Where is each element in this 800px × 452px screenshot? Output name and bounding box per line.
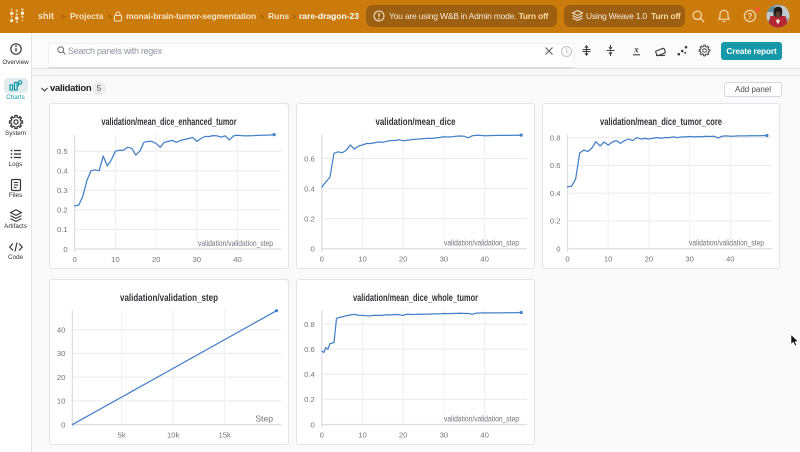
svg-text:0: 0 (63, 245, 67, 254)
svg-text:validation/mean_dice_tumor_cor: validation/mean_dice_tumor_core (600, 117, 722, 128)
svg-text:10: 10 (358, 255, 367, 264)
svg-text:0: 0 (556, 245, 560, 254)
svg-text:0.2: 0.2 (57, 206, 68, 215)
svg-text:10: 10 (111, 255, 120, 264)
svg-text:10: 10 (358, 431, 367, 440)
svg-text:validation/mean_dice_enhanced_: validation/mean_dice_enhanced_tumor (102, 117, 237, 128)
svg-text:validation/validation_step: validation/validation_step (689, 238, 764, 248)
svg-text:30: 30 (57, 349, 66, 358)
svg-text:0.6: 0.6 (304, 154, 315, 163)
svg-text:validation/validation_step: validation/validation_step (444, 238, 519, 248)
svg-text:0.5: 0.5 (57, 147, 68, 156)
svg-text:0: 0 (73, 255, 77, 264)
svg-text:x: x (633, 45, 639, 55)
svg-text:0: 0 (61, 420, 65, 429)
svg-text:0.2: 0.2 (304, 395, 315, 404)
svg-text:0.4: 0.4 (550, 189, 561, 198)
svg-text:10k: 10k (167, 431, 180, 440)
svg-text:0: 0 (320, 255, 324, 264)
svg-text:30: 30 (193, 255, 202, 264)
svg-text:0.6: 0.6 (550, 161, 561, 170)
svg-text:20: 20 (57, 373, 66, 382)
svg-text:30: 30 (685, 255, 694, 264)
svg-text:40: 40 (726, 255, 735, 264)
svg-text:0: 0 (320, 431, 324, 440)
svg-text:5k: 5k (118, 431, 126, 440)
svg-text:20: 20 (152, 255, 161, 264)
svg-text:Step: Step (255, 414, 273, 424)
svg-text:0.4: 0.4 (57, 167, 68, 176)
svg-text:0.8: 0.8 (550, 133, 561, 142)
svg-text:0.1: 0.1 (57, 225, 68, 234)
svg-text:validation/validation_step: validation/validation_step (120, 293, 218, 304)
svg-text:40: 40 (57, 326, 66, 335)
svg-text:validation/validation_step: validation/validation_step (444, 414, 519, 424)
svg-text:40: 40 (233, 255, 242, 264)
svg-text:0.4: 0.4 (304, 184, 315, 193)
svg-text:0.3: 0.3 (57, 186, 68, 195)
svg-text:30: 30 (440, 255, 449, 264)
svg-text:0.8: 0.8 (304, 320, 315, 329)
svg-text:10: 10 (57, 397, 66, 406)
svg-text:validation/mean_dice_whole_tum: validation/mean_dice_whole_tumor (353, 293, 478, 304)
svg-text:20: 20 (399, 431, 408, 440)
svg-text:validation/validation_step: validation/validation_step (198, 238, 273, 248)
svg-text:0: 0 (311, 245, 315, 254)
svg-text:40: 40 (480, 255, 489, 264)
svg-text:?: ? (748, 12, 753, 21)
svg-text:0: 0 (565, 255, 569, 264)
svg-text:validation/mean_dice: validation/mean_dice (376, 117, 456, 128)
svg-text:10: 10 (604, 255, 613, 264)
svg-text:0.2: 0.2 (550, 217, 561, 226)
svg-text:0.4: 0.4 (304, 370, 315, 379)
svg-text:20: 20 (645, 255, 654, 264)
svg-text:40: 40 (480, 431, 489, 440)
svg-text:0: 0 (311, 420, 315, 429)
svg-text:0.6: 0.6 (304, 345, 315, 354)
svg-text:15k: 15k (218, 431, 231, 440)
svg-text:30: 30 (440, 431, 449, 440)
svg-text:20: 20 (399, 255, 408, 264)
svg-text:0.2: 0.2 (304, 214, 315, 223)
